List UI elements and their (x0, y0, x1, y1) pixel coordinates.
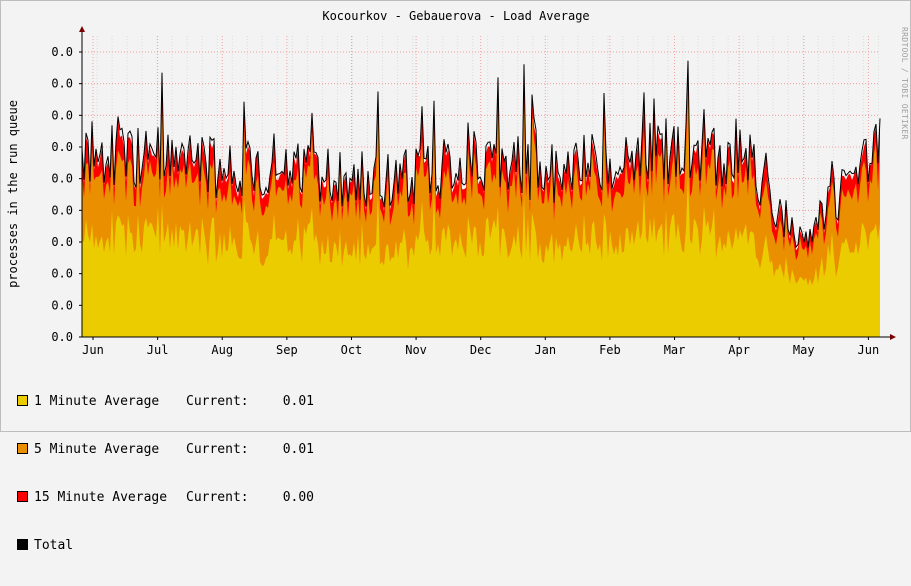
x-tick-label: Mar (664, 343, 686, 357)
y-tick-label: 0.0 (51, 330, 73, 344)
legend-current-label: Current: (186, 490, 249, 505)
legend-label-5min: 5 Minute Average (34, 442, 160, 457)
x-tick-label: Dec (470, 343, 492, 357)
y-tick-label: 0.0 (51, 298, 73, 312)
legend-label-15min: 15 Minute Average (34, 490, 168, 505)
x-tick-label: Jul (147, 343, 169, 357)
legend-label-total: Total (34, 538, 74, 553)
x-tick-label: Jan (534, 343, 556, 357)
legend: 1 Minute Average Current: 0.01 5 Minute Av… (17, 362, 314, 586)
x-tick-label: Apr (728, 343, 750, 357)
y-axis-label: processes in the run queue (6, 100, 20, 288)
x-tick-label: Sep (276, 343, 298, 357)
chart-frame: Kocourkov - Gebauerova - Load Average pr… (0, 0, 911, 553)
y-tick-label: 0.0 (51, 77, 73, 91)
y-tick-label: 0.0 (51, 203, 73, 217)
y-tick-label: 0.0 (51, 172, 73, 186)
x-tick-label: Nov (405, 343, 427, 357)
x-tick-label: Oct (341, 343, 363, 357)
legend-label-1min: 1 Minute Average (34, 394, 160, 409)
plot-area: 0.0 0.0 0.0 0.0 0.0 0.0 0.0 0.0 0.0 0.0 Jun Jul Aug S… (51, 26, 896, 357)
legend-value-15min: 0.00 (282, 490, 314, 505)
legend-swatch-1min (17, 395, 28, 406)
legend-item-15min: 15 Minute Average Current: 0.00 (17, 490, 314, 506)
legend-item-1min: 1 Minute Average Current: 0.01 (17, 394, 314, 410)
x-tick-label: Jun (858, 343, 880, 357)
y-axis-arrow (79, 26, 85, 32)
x-tick-label: May (793, 343, 815, 357)
x-axis-arrow (890, 334, 896, 340)
y-tick-label: 0.0 (51, 45, 73, 59)
y-tick-label: 0.0 (51, 140, 73, 154)
legend-item-5min: 5 Minute Average Current: 0.01 (17, 442, 314, 458)
y-tick-label: 0.0 (51, 267, 73, 281)
legend-item-total: Total (17, 538, 314, 554)
legend-swatch-5min (17, 443, 28, 454)
x-tick-label: Jun (82, 343, 104, 357)
legend-value-1min: 0.01 (282, 394, 314, 409)
x-tick-label: Feb (599, 343, 621, 357)
chart-title: Kocourkov - Gebauerova - Load Average (322, 9, 589, 23)
legend-swatch-15min (17, 491, 28, 502)
legend-current-label: Current: (186, 442, 249, 457)
legend-current-label: Current: (186, 394, 249, 409)
y-tick-label: 0.0 (51, 235, 73, 249)
x-tick-label: Aug (211, 343, 233, 357)
y-tick-label: 0.0 (51, 108, 73, 122)
watermark: RRDTOOL / TOBI OETIKER (900, 27, 909, 140)
legend-swatch-total (17, 539, 28, 550)
legend-value-5min: 0.01 (282, 442, 314, 457)
